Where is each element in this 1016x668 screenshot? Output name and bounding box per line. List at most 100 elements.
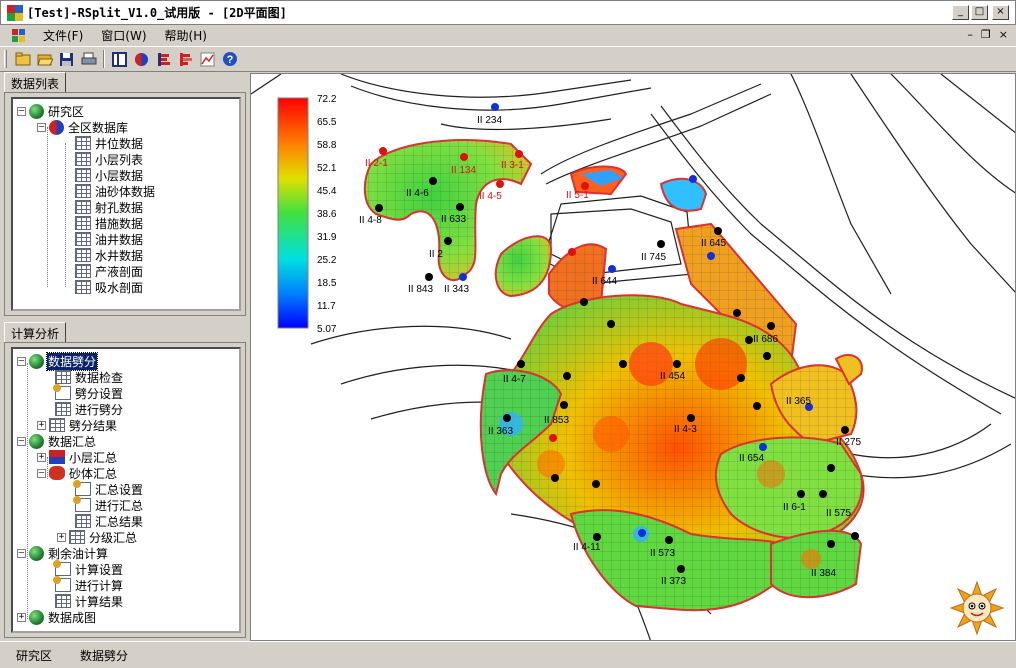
svg-text:II 4-3: II 4-3 bbox=[674, 424, 697, 435]
well-dot[interactable] bbox=[737, 374, 745, 382]
table-icon bbox=[75, 136, 91, 150]
mdi-minimize-button[interactable]: – bbox=[967, 28, 973, 41]
bar-chart-red-icon[interactable] bbox=[176, 50, 195, 69]
colorbar-tick: 38.6 bbox=[317, 209, 337, 220]
collapse-icon[interactable]: – bbox=[17, 436, 26, 446]
well-dot[interactable] bbox=[851, 532, 859, 540]
well-marker[interactable]: II 234 bbox=[477, 103, 502, 126]
tree-item-water-well-data[interactable]: 水井数据 bbox=[75, 247, 144, 263]
expand-icon[interactable]: + bbox=[37, 452, 46, 462]
well-dot[interactable] bbox=[763, 352, 771, 360]
well-dot[interactable] bbox=[707, 252, 715, 260]
toolbar-grip[interactable] bbox=[4, 50, 7, 68]
pie-icon[interactable] bbox=[132, 50, 151, 69]
svg-text:II 134: II 134 bbox=[451, 165, 476, 176]
close-button[interactable]: × bbox=[992, 5, 1009, 20]
tree-item-calc-settings[interactable]: 计算设置 bbox=[53, 560, 124, 577]
map-svg[interactable]: 72.2 65.5 58.8 52.1 45.4 38.6 31.9 25.2 … bbox=[251, 74, 1016, 641]
well-dot[interactable] bbox=[549, 434, 557, 442]
tree-item-run-summary[interactable]: 进行汇总 bbox=[73, 496, 144, 513]
expand-icon[interactable]: + bbox=[17, 612, 26, 622]
save-icon[interactable] bbox=[57, 50, 76, 69]
well-dot[interactable] bbox=[592, 480, 600, 488]
well-dot[interactable] bbox=[568, 248, 576, 256]
well-dot[interactable] bbox=[580, 298, 588, 306]
tree-item-run-split[interactable]: 进行劈分 bbox=[55, 401, 124, 417]
well-dot[interactable] bbox=[733, 309, 741, 317]
tree-item-well-location[interactable]: 井位数据 bbox=[75, 135, 144, 151]
tree-node-data-mapping[interactable]: + 数据成图 bbox=[17, 609, 97, 625]
collapse-icon[interactable]: – bbox=[37, 468, 46, 478]
collapse-icon[interactable]: – bbox=[17, 106, 26, 116]
collapse-icon[interactable]: – bbox=[17, 356, 26, 366]
tab-analysis[interactable]: 计算分析 bbox=[4, 322, 67, 344]
expand-icon[interactable]: + bbox=[57, 532, 66, 542]
tree-item-data-check[interactable]: 数据检查 bbox=[55, 369, 124, 385]
well-marker[interactable]: II 2-1 bbox=[365, 147, 388, 169]
line-chart-icon[interactable] bbox=[198, 50, 217, 69]
layout-icon[interactable] bbox=[110, 50, 129, 69]
mdi-close-button[interactable]: × bbox=[999, 28, 1008, 41]
tree-item-perforation-data[interactable]: 射孔数据 bbox=[75, 199, 144, 215]
document-icon[interactable] bbox=[12, 28, 26, 43]
analysis-tree: – 数据劈分 数据检查 劈分设置 进行劈分 + 劈分结果 – 数据汇总 + 小层… bbox=[11, 347, 241, 633]
tree-item-sand-body-data[interactable]: 油砂体数据 bbox=[75, 183, 156, 199]
well-dot[interactable] bbox=[563, 372, 571, 380]
tree-item-run-calc[interactable]: 进行计算 bbox=[53, 576, 124, 593]
tree-item-layer-data[interactable]: 小层数据 bbox=[75, 167, 144, 183]
menu-help[interactable]: 帮助(H) bbox=[156, 27, 216, 44]
tree-item-graded-summary[interactable]: + 分级汇总 bbox=[57, 529, 138, 545]
map-canvas[interactable]: 72.2 65.5 58.8 52.1 45.4 38.6 31.9 25.2 … bbox=[250, 73, 1016, 641]
svg-text:II 234: II 234 bbox=[477, 115, 502, 126]
expand-icon[interactable]: + bbox=[37, 420, 46, 430]
colorbar-tick: 31.9 bbox=[317, 232, 337, 243]
tree-item-layer-list[interactable]: 小层列表 bbox=[75, 151, 144, 167]
new-icon[interactable] bbox=[13, 50, 32, 69]
tree-item-summary-settings[interactable]: 汇总设置 bbox=[73, 480, 144, 497]
well-dot[interactable] bbox=[638, 529, 646, 537]
svg-text:II 843: II 843 bbox=[408, 284, 433, 295]
tree-node-data-summary[interactable]: – 数据汇总 bbox=[17, 433, 97, 449]
well-marker[interactable]: II 745 bbox=[641, 240, 666, 263]
tree-item-calc-results[interactable]: 计算结果 bbox=[55, 593, 124, 609]
well-dot[interactable] bbox=[745, 336, 753, 344]
table-icon bbox=[75, 514, 91, 528]
tree-node-data-split[interactable]: – 数据劈分 bbox=[17, 351, 99, 371]
well-dot[interactable] bbox=[827, 464, 835, 472]
mdi-restore-button[interactable]: ❐ bbox=[981, 28, 991, 41]
svg-text:II 6-1: II 6-1 bbox=[783, 502, 806, 513]
collapse-icon[interactable]: – bbox=[37, 122, 46, 132]
well-dot[interactable] bbox=[753, 402, 761, 410]
tree-node-all-database[interactable]: – 全区数据库 bbox=[37, 119, 129, 135]
tree-item-injection-profile[interactable]: 吸水剖面 bbox=[75, 279, 144, 295]
well-marker[interactable]: II 843 bbox=[408, 273, 433, 295]
tree-node-study-area[interactable]: – 研究区 bbox=[17, 103, 85, 119]
collapse-icon[interactable]: – bbox=[17, 548, 26, 558]
tree-item-oil-well-data[interactable]: 油井数据 bbox=[75, 231, 144, 247]
color-bar bbox=[277, 97, 309, 329]
menu-bar: 文件(F) 窗口(W) 帮助(H) – ❐ × bbox=[0, 25, 1016, 46]
minimize-button[interactable]: _ bbox=[952, 5, 969, 20]
tree-item-production-profile[interactable]: 产液剖面 bbox=[75, 263, 144, 279]
well-dot[interactable] bbox=[619, 360, 627, 368]
tree-node-sand-summary[interactable]: – 砂体汇总 bbox=[37, 465, 118, 481]
print-icon[interactable] bbox=[79, 50, 98, 69]
tree-item-summary-results[interactable]: 汇总结果 bbox=[75, 513, 144, 529]
tree-item-measure-data[interactable]: 措施数据 bbox=[75, 215, 144, 231]
well-dot[interactable] bbox=[551, 474, 559, 482]
menu-file[interactable]: 文件(F) bbox=[34, 27, 92, 44]
menu-window[interactable]: 窗口(W) bbox=[92, 27, 155, 44]
help-icon[interactable]: ? bbox=[220, 50, 239, 69]
tree-item-split-settings[interactable]: 劈分设置 bbox=[53, 384, 124, 401]
well-dot[interactable] bbox=[607, 320, 615, 328]
svg-text:II 645: II 645 bbox=[701, 238, 726, 249]
bar-chart-icon[interactable] bbox=[154, 50, 173, 69]
tab-data-list[interactable]: 数据列表 bbox=[4, 72, 67, 94]
tree-node-remaining-oil[interactable]: – 剩余油计算 bbox=[17, 545, 109, 561]
maximize-button[interactable]: □ bbox=[971, 5, 988, 20]
open-icon[interactable] bbox=[35, 50, 54, 69]
well-dot[interactable] bbox=[689, 175, 697, 183]
tree-node-layer-summary[interactable]: + 小层汇总 bbox=[37, 449, 118, 465]
svg-text:II 644: II 644 bbox=[592, 276, 617, 287]
tree-item-split-results[interactable]: + 劈分结果 bbox=[37, 417, 118, 433]
